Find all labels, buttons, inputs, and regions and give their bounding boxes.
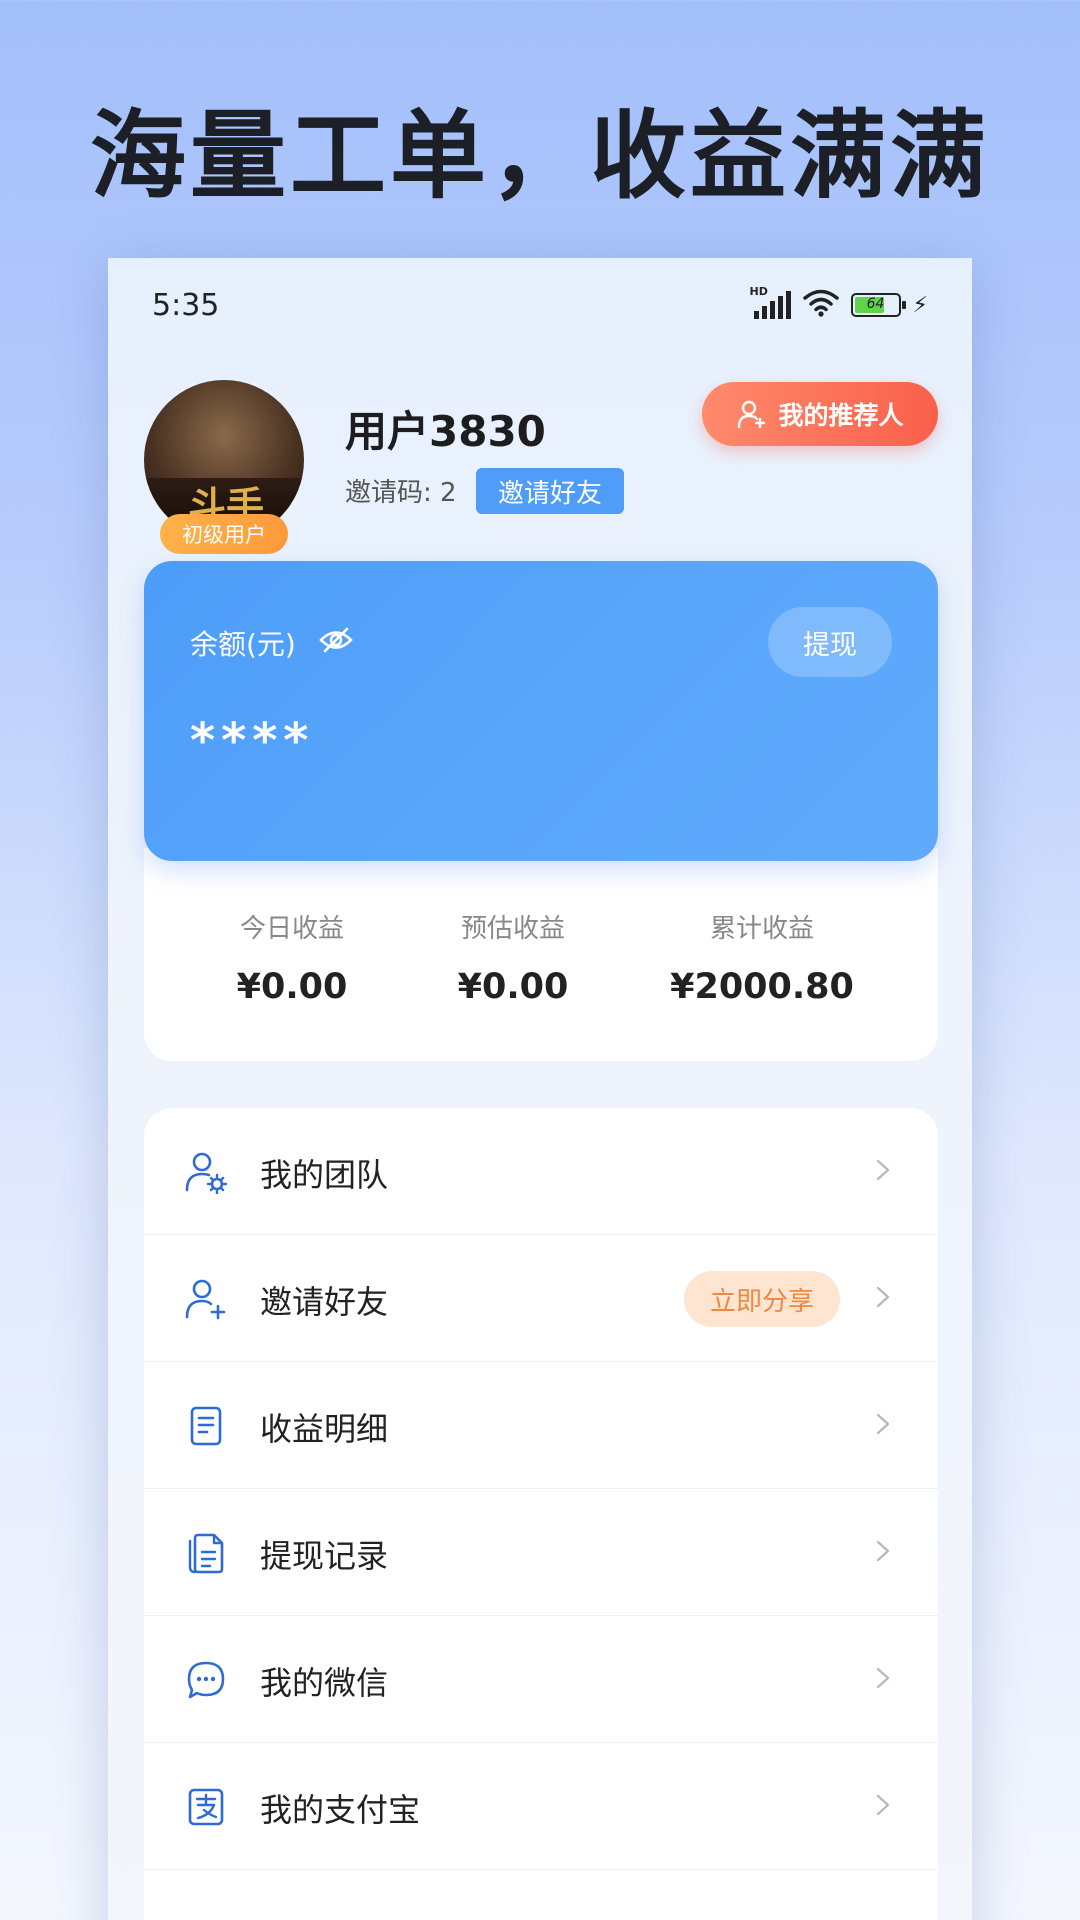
menu-item-label: 邀请好友 <box>260 1283 389 1321</box>
balance-label: 余额(元) <box>190 628 296 661</box>
menu-item-label: 我的团队 <box>260 1156 389 1194</box>
menu-item-label: 我的支付宝 <box>260 1791 421 1829</box>
status-bar: 5:35 HD 64 ⚡ <box>108 258 972 358</box>
stat-value: ¥0.00 <box>457 967 569 1007</box>
phone-screen: 5:35 HD 64 ⚡ 斗手 初级用户 用户3830 邀请码: 2 邀请好友 … <box>108 258 972 1920</box>
balance-label-row: 余额(元) <box>190 623 354 663</box>
username: 用户3830 <box>345 407 546 456</box>
chevron-right-icon <box>876 1787 890 1823</box>
menu-item-my-alipay[interactable]: 我的支付宝 <box>144 1743 938 1870</box>
menu-item-label: 提现记录 <box>260 1537 389 1575</box>
document-list-icon <box>184 1404 228 1448</box>
status-time: 5:35 <box>152 288 220 323</box>
battery-level: 64 <box>866 296 885 312</box>
team-settings-icon <box>184 1150 228 1194</box>
menu-item-my-wechat[interactable]: 我的微信 <box>144 1616 938 1743</box>
eye-off-icon[interactable] <box>318 627 354 660</box>
menu-item-label: 收益明细 <box>260 1410 389 1448</box>
status-icons: HD 64 ⚡ <box>750 285 928 322</box>
menu-item-my-team[interactable]: 我的团队 <box>144 1108 938 1235</box>
network-type-label: HD <box>749 285 768 298</box>
invite-code: 邀请码: 2 <box>345 478 457 508</box>
chat-bubble-icon <box>184 1658 228 1702</box>
share-now-badge[interactable]: 立即分享 <box>684 1271 840 1327</box>
charging-icon: ⚡ <box>912 292 928 318</box>
menu-item-withdraw-records[interactable]: 提现记录 <box>144 1489 938 1616</box>
alipay-icon <box>184 1785 228 1829</box>
chevron-right-icon <box>876 1660 890 1696</box>
stat-today: 今日收益 ¥0.00 <box>167 908 417 1007</box>
withdraw-button[interactable]: 提现 <box>768 607 892 677</box>
level-badge: 初级用户 <box>160 514 288 554</box>
add-user-icon <box>184 1277 228 1321</box>
menu-item-earnings-detail[interactable]: 收益明细 <box>144 1362 938 1489</box>
page-headline: 海量工单，收益满满 <box>90 100 990 212</box>
stat-value: ¥2000.80 <box>670 967 854 1007</box>
my-referrer-label: 我的推荐人 <box>778 401 904 430</box>
earnings-stats: 今日收益 ¥0.00 预估收益 ¥0.00 累计收益 ¥2000.80 <box>144 848 938 1061</box>
chevron-right-icon <box>876 1406 890 1442</box>
balance-card: 余额(元) **** 提现 <box>144 561 938 861</box>
wifi-icon <box>802 289 839 321</box>
stat-estimated: 预估收益 ¥0.00 <box>388 908 638 1007</box>
user-add-icon <box>736 398 768 430</box>
battery-icon: 64 <box>850 293 906 317</box>
stat-total: 累计收益 ¥2000.80 <box>637 908 887 1007</box>
chevron-right-icon <box>876 1152 890 1188</box>
stat-value: ¥0.00 <box>236 967 348 1007</box>
stat-label: 今日收益 <box>239 914 344 944</box>
menu-item-invite-friends[interactable]: 邀请好友 立即分享 <box>144 1235 938 1362</box>
stat-label: 累计收益 <box>709 914 814 944</box>
signal-icon: HD <box>750 285 791 319</box>
menu-item-label: 我的微信 <box>260 1664 389 1702</box>
menu-list: 我的团队 邀请好友 立即分享 收益明细 提现记录 我的微信 我的支付宝 <box>144 1108 938 1920</box>
records-icon <box>184 1531 228 1575</box>
invite-friend-button[interactable]: 邀请好友 <box>476 468 624 514</box>
chevron-right-icon <box>876 1533 890 1569</box>
my-referrer-button[interactable]: 我的推荐人 <box>702 382 938 446</box>
balance-amount: **** <box>190 713 315 769</box>
stat-label: 预估收益 <box>460 914 565 944</box>
chevron-right-icon <box>876 1279 890 1315</box>
